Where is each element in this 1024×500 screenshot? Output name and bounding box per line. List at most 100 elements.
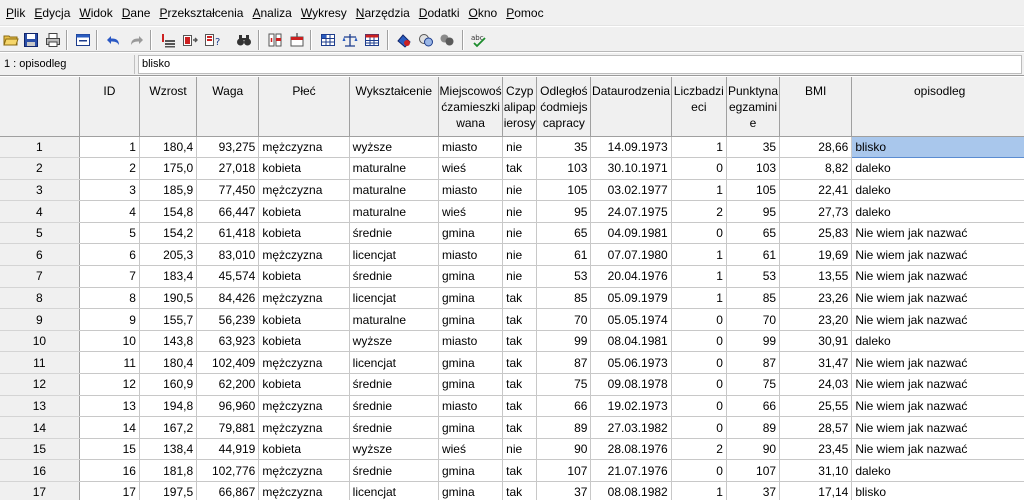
data-cell[interactable]: 0 (671, 351, 727, 375)
data-cell[interactable]: 205,3 (139, 243, 198, 267)
data-cell[interactable]: 25,55 (779, 395, 853, 418)
menu-item-plik[interactable]: Plik (2, 0, 30, 26)
data-cell[interactable]: kobieta (258, 157, 350, 180)
data-cell[interactable]: 0 (671, 395, 727, 418)
data-cell[interactable]: licencjat (349, 287, 439, 310)
data-cell[interactable]: 19.02.1973 (590, 395, 672, 418)
row-number[interactable]: 12 (0, 373, 80, 396)
data-cell[interactable]: 167,2 (139, 416, 198, 439)
data-cell[interactable]: 107 (726, 459, 781, 482)
data-cell[interactable]: 181,8 (139, 459, 198, 482)
row-number[interactable]: 17 (0, 481, 80, 500)
data-cell[interactable]: mężczyzna (258, 416, 350, 439)
data-cell[interactable]: Nie wiem jak nazwać (851, 265, 1024, 288)
menu-item-pomoc[interactable]: Pomoc (502, 0, 548, 26)
dialog-recall-icon[interactable] (73, 30, 93, 50)
data-cell[interactable]: miasto (438, 330, 504, 353)
data-cell[interactable]: gmina (438, 373, 504, 396)
data-cell[interactable]: 66 (536, 395, 592, 418)
data-cell[interactable]: Nie wiem jak nazwać (851, 438, 1024, 461)
data-cell[interactable]: 14.09.1973 (590, 136, 672, 159)
data-cell[interactable]: 0 (671, 459, 727, 482)
data-cell[interactable]: 105 (536, 179, 592, 202)
data-cell[interactable]: maturalne (349, 157, 439, 180)
data-cell[interactable]: 7 (79, 265, 140, 288)
data-cell[interactable]: 87 (726, 351, 781, 375)
data-cell[interactable]: licencjat (349, 481, 439, 500)
data-cell[interactable]: nie (502, 222, 538, 245)
data-cell[interactable]: 154,2 (139, 222, 198, 245)
data-cell[interactable]: tak (502, 459, 538, 482)
data-cell[interactable]: 1 (671, 136, 727, 159)
data-cell[interactable]: 16 (79, 459, 140, 482)
cell-value-input[interactable]: blisko (138, 55, 1022, 74)
data-cell[interactable]: 180,4 (139, 351, 198, 375)
data-cell[interactable]: 04.09.1981 (590, 222, 672, 245)
data-cell[interactable]: Nie wiem jak nazwać (851, 222, 1024, 245)
row-number[interactable]: 5 (0, 222, 80, 245)
data-cell[interactable]: 14 (79, 416, 140, 439)
data-cell[interactable]: 21.07.1976 (590, 459, 672, 482)
data-cell[interactable]: 30.10.1971 (590, 157, 672, 180)
column-header[interactable]: opisodleg (851, 77, 1024, 137)
data-cell[interactable]: 180,4 (139, 136, 198, 159)
data-cell[interactable]: wieś (438, 200, 504, 223)
column-header[interactable]: Odległośćodmiejscapracy (536, 77, 592, 137)
weight-cases-icon[interactable] (340, 30, 360, 50)
data-cell[interactable]: 138,4 (139, 438, 198, 461)
data-cell[interactable]: 102,409 (196, 351, 260, 375)
data-cell[interactable]: 75 (726, 373, 781, 396)
row-number[interactable]: 6 (0, 243, 80, 267)
data-cell[interactable]: 2 (671, 438, 727, 461)
row-number[interactable]: 13 (0, 395, 80, 418)
data-cell[interactable]: 105 (726, 179, 781, 202)
data-cell[interactable]: wyższe (349, 330, 439, 353)
data-cell[interactable]: miasto (438, 395, 504, 418)
data-cell[interactable]: daleko (851, 330, 1024, 353)
value-labels-icon[interactable] (362, 30, 382, 50)
data-cell[interactable]: mężczyzna (258, 351, 350, 375)
data-cell[interactable]: 2 (671, 200, 727, 223)
data-cell[interactable]: 95 (726, 200, 781, 223)
data-cell[interactable]: mężczyzna (258, 395, 350, 418)
data-cell[interactable]: 83,010 (196, 243, 260, 267)
menu-item-analiza[interactable]: Analiza (248, 0, 296, 26)
data-cell[interactable]: 1 (671, 287, 727, 310)
select-cases-icon[interactable] (318, 30, 338, 50)
save-icon[interactable] (21, 30, 41, 50)
data-cell[interactable]: gmina (438, 351, 504, 375)
data-cell[interactable]: 20.04.1976 (590, 265, 672, 288)
column-header[interactable]: Dataurodzenia (590, 77, 672, 137)
data-cell[interactable]: tak (502, 287, 538, 310)
data-cell[interactable]: 2 (79, 157, 140, 180)
insert-variable-icon[interactable] (180, 30, 200, 50)
data-cell[interactable]: 17 (79, 481, 140, 500)
data-cell[interactable]: licencjat (349, 351, 439, 375)
data-cell[interactable]: 85 (536, 287, 592, 310)
data-cell[interactable]: 1 (671, 243, 727, 267)
goto-case-icon[interactable] (158, 30, 178, 50)
data-cell[interactable]: wieś (438, 438, 504, 461)
data-cell[interactable]: 07.07.1980 (590, 243, 672, 267)
data-cell[interactable]: 155,7 (139, 308, 198, 331)
data-cell[interactable]: 1 (79, 136, 140, 159)
data-cell[interactable]: 103 (536, 157, 592, 180)
data-cell[interactable]: miasto (438, 243, 504, 267)
data-cell[interactable]: 8,82 (779, 157, 853, 180)
data-cell[interactable]: 23,45 (779, 438, 853, 461)
data-cell[interactable]: 190,5 (139, 287, 198, 310)
data-cell[interactable]: 45,574 (196, 265, 260, 288)
data-cell[interactable]: tak (502, 330, 538, 353)
row-number[interactable]: 1 (0, 136, 80, 159)
data-cell[interactable]: 53 (726, 265, 781, 288)
data-cell[interactable]: 93,275 (196, 136, 260, 159)
data-cell[interactable]: 10 (79, 330, 140, 353)
menu-item-okno[interactable]: Okno (465, 0, 503, 26)
data-cell[interactable]: nie (502, 136, 538, 159)
data-cell[interactable]: 05.06.1973 (590, 351, 672, 375)
data-cell[interactable]: tak (502, 308, 538, 331)
menu-item-wykresy[interactable]: Wykresy (297, 0, 352, 26)
data-cell[interactable]: maturalne (349, 179, 439, 202)
selected-cell[interactable]: blisko (851, 135, 1024, 159)
spell-check-icon[interactable]: abc (469, 30, 489, 50)
